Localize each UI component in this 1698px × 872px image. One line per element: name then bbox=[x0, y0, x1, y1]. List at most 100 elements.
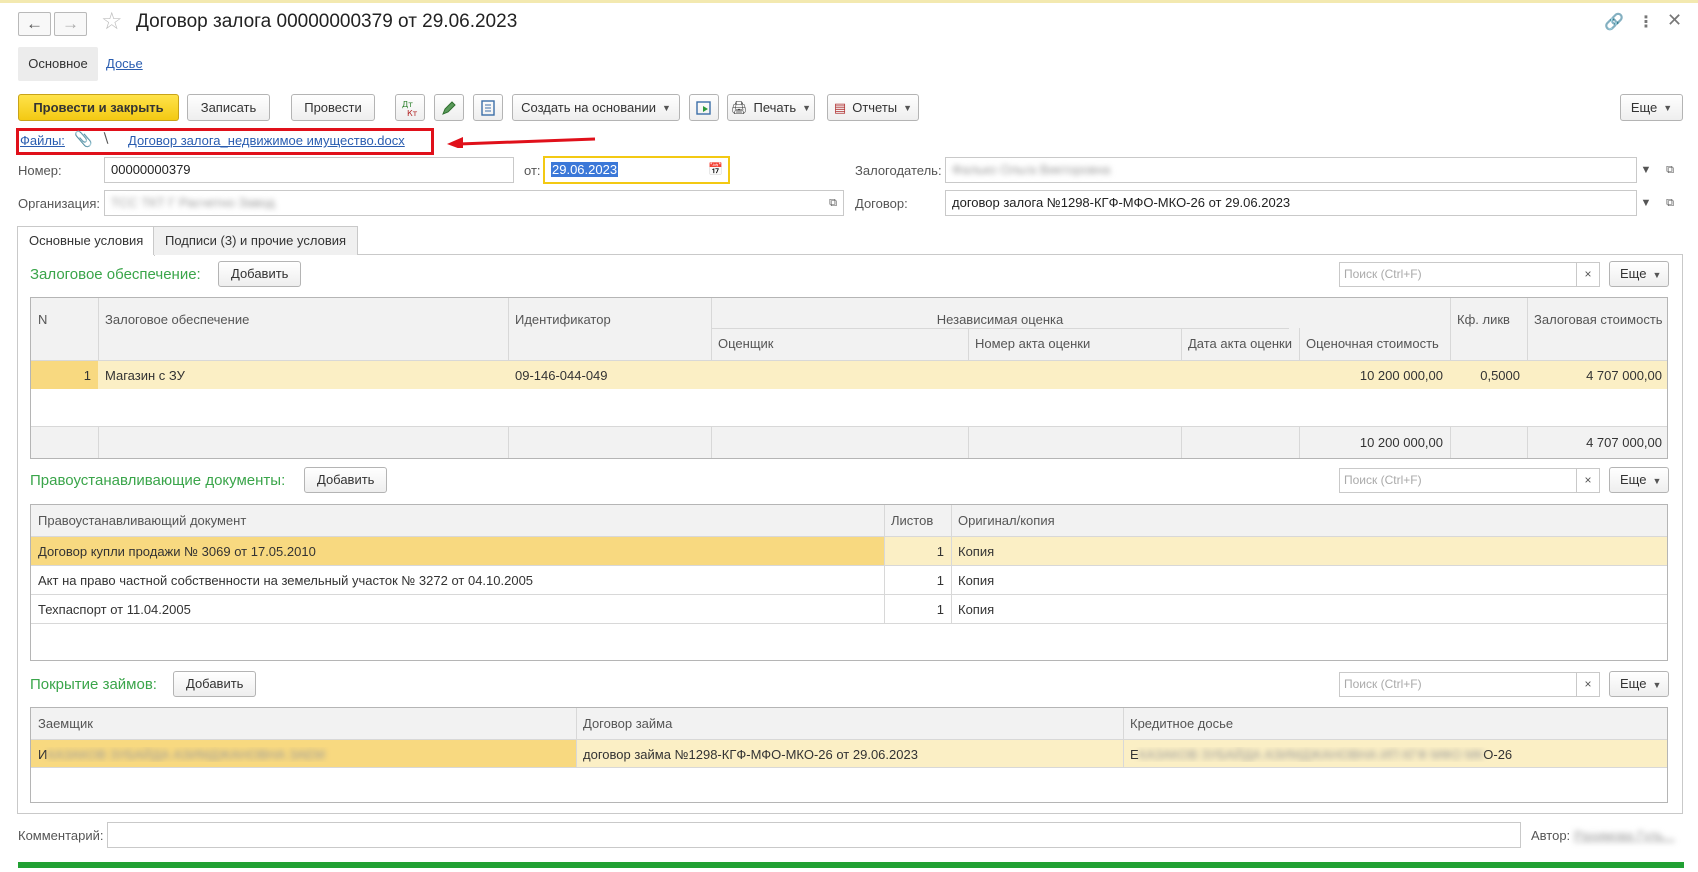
more-vertical-icon[interactable]: ⋮ bbox=[1638, 12, 1654, 32]
author-link[interactable]: Рахимова Гуль... bbox=[1574, 828, 1684, 843]
back-button[interactable]: ← bbox=[18, 12, 51, 36]
close-icon[interactable]: ✕ bbox=[1667, 10, 1682, 31]
link-icon[interactable]: 🔗 bbox=[1604, 12, 1624, 32]
date-field[interactable]: 29.06.2023 bbox=[543, 156, 730, 184]
cell-n: 1 bbox=[83, 368, 91, 383]
files-link[interactable]: Файлы: bbox=[20, 133, 65, 148]
title-docs-add-button[interactable]: Добавить bbox=[304, 467, 388, 493]
loans-more-button[interactable]: Еще ▼ bbox=[1609, 671, 1669, 697]
chart-icon: ▤ bbox=[833, 99, 847, 115]
loans-table[interactable]: Заемщик Договор займа Кредитное досье ИК… bbox=[30, 707, 1668, 803]
collateral-group-title: Залоговое обеспечение: bbox=[30, 266, 201, 283]
cell-borrower: ИКАЗАКОВ ЗУБАЙДА АЗИМДЖАНОВНА ЗАЕМ bbox=[31, 747, 332, 762]
tab-main-conditions[interactable]: Основные условия bbox=[17, 226, 156, 256]
post-button[interactable]: Провести bbox=[291, 94, 375, 121]
col-header-loan-contract[interactable]: Договор займа bbox=[576, 716, 679, 731]
caret-down-icon: ▼ bbox=[802, 102, 812, 113]
col-header-collateral[interactable]: Залоговое обеспечение bbox=[98, 312, 256, 327]
number-field[interactable]: 00000000379 bbox=[104, 157, 514, 183]
create-based-on-button[interactable]: Создать на основании ▼ bbox=[512, 94, 680, 121]
clear-search-icon[interactable]: × bbox=[1576, 468, 1600, 493]
arrow-right-icon: → bbox=[62, 14, 79, 33]
col-header-appraised-value[interactable]: Оценочная стоимость bbox=[1299, 336, 1446, 351]
title-docs-search-input[interactable]: Поиск (Ctrl+F) bbox=[1339, 468, 1579, 493]
attached-file-link[interactable]: Договор залога_недвижимое имущество.docx bbox=[128, 133, 405, 148]
number-label: Номер: bbox=[18, 163, 62, 178]
save-button[interactable]: Записать bbox=[187, 94, 270, 121]
col-header-identifier[interactable]: Идентификатор bbox=[508, 312, 618, 327]
col-header-act-date[interactable]: Дата акта оценки bbox=[1181, 336, 1299, 351]
collateral-table[interactable]: N Залоговое обеспечение Идентификатор Не… bbox=[30, 297, 1668, 459]
open-icon[interactable]: ⧉ bbox=[824, 194, 842, 212]
sign-icon[interactable]: ∖ bbox=[101, 130, 110, 147]
paperclip-icon[interactable]: 📎 bbox=[74, 130, 93, 148]
divider bbox=[1527, 298, 1528, 360]
col-header-doc[interactable]: Правоустанавливающий документ bbox=[31, 513, 253, 528]
col-header-appraiser[interactable]: Оценщик bbox=[711, 336, 780, 351]
pledger-field[interactable]: Фалько Ольга Викторовна bbox=[945, 157, 1637, 183]
col-header-pledge-value[interactable]: Залоговая стоимость bbox=[1527, 312, 1667, 327]
clear-search-icon[interactable]: × bbox=[1576, 672, 1600, 697]
col-header-independent-appraisal: Независимая оценка bbox=[936, 312, 1064, 327]
comment-label: Комментарий: bbox=[18, 828, 104, 843]
calendar-icon[interactable]: 📅 bbox=[708, 162, 723, 176]
col-header-liq-coef[interactable]: Кф. ликв bbox=[1450, 312, 1517, 327]
cell-doc: Акт на право частной собственности на зе… bbox=[38, 573, 534, 588]
section-tab-main[interactable]: Основное bbox=[18, 47, 98, 81]
cell-sheets: 1 bbox=[936, 602, 944, 617]
title-docs-more-button[interactable]: Еще ▼ bbox=[1609, 467, 1669, 493]
col-header-original[interactable]: Оригинал/копия bbox=[951, 513, 1062, 528]
title-docs-table[interactable]: Правоустанавливающий документ Листов Ори… bbox=[30, 504, 1668, 661]
cell-identifier: 09-146-044-049 bbox=[515, 368, 608, 383]
print-label: Печать bbox=[753, 100, 797, 115]
pledger-value: Фалько Ольга Викторовна bbox=[952, 162, 1111, 177]
organization-label: Организация: bbox=[18, 196, 101, 211]
favorite-star-icon[interactable]: ☆ bbox=[101, 9, 123, 35]
edit-button[interactable] bbox=[434, 94, 464, 121]
cell-pledge-value: 4 707 000,00 bbox=[1586, 368, 1662, 383]
divider bbox=[1450, 298, 1451, 360]
divider bbox=[711, 328, 1289, 329]
structure-icon bbox=[481, 99, 495, 116]
open-icon[interactable]: ⧉ bbox=[1661, 194, 1679, 212]
caret-down-icon: ▼ bbox=[661, 102, 671, 113]
collateral-search-input[interactable]: Поиск (Ctrl+F) bbox=[1339, 262, 1579, 287]
print-button[interactable]: 🖨 Печать ▼ bbox=[727, 94, 815, 121]
col-header-borrower[interactable]: Заемщик bbox=[31, 716, 100, 731]
reports-button[interactable]: ▤ Отчеты ▼ bbox=[827, 94, 919, 121]
divider bbox=[1181, 328, 1182, 360]
collateral-add-button[interactable]: Добавить bbox=[218, 261, 302, 287]
pledger-label: Залогодатель: bbox=[855, 163, 942, 178]
dropdown-arrow-icon[interactable]: ▼ bbox=[1637, 161, 1655, 179]
col-header-credit-file[interactable]: Кредитное досье bbox=[1123, 716, 1240, 731]
comment-field[interactable] bbox=[107, 822, 1521, 848]
loans-search-input[interactable]: Поиск (Ctrl+F) bbox=[1339, 672, 1579, 697]
dt-kt-icon: ДтКт bbox=[402, 100, 418, 117]
structure-button[interactable] bbox=[473, 94, 503, 121]
col-header-act-number[interactable]: Номер акта оценки bbox=[968, 336, 1097, 351]
open-icon[interactable]: ⧉ bbox=[1661, 161, 1679, 179]
divider bbox=[884, 505, 885, 623]
divider bbox=[1123, 708, 1124, 767]
contract-field[interactable]: договор залога №1298-КГФ-МФО-МКО-26 от 2… bbox=[945, 190, 1637, 216]
export-button[interactable] bbox=[689, 94, 719, 121]
post-and-close-button[interactable]: Провести и закрыть bbox=[18, 94, 179, 121]
tab-signatures[interactable]: Подписи (3) и прочие условия bbox=[153, 226, 359, 255]
organization-field[interactable]: ТСС ТКТ Г Расчетно Завод bbox=[104, 190, 844, 216]
clear-search-icon[interactable]: × bbox=[1576, 262, 1600, 287]
divider bbox=[576, 708, 577, 767]
borrower-initial: И bbox=[38, 747, 48, 762]
section-tab-dossier[interactable]: Досье bbox=[106, 47, 143, 81]
forward-button[interactable]: → bbox=[54, 12, 87, 36]
organization-value: ТСС ТКТ Г Расчетно Завод bbox=[111, 195, 275, 210]
cell-loan-contract: договор займа №1298-КГФ-МФО-МКО-26 от 29… bbox=[583, 747, 918, 762]
collateral-more-button[interactable]: Еще ▼ bbox=[1609, 261, 1669, 287]
dropdown-arrow-icon[interactable]: ▼ bbox=[1637, 194, 1655, 212]
loans-add-button[interactable]: Добавить bbox=[173, 671, 257, 697]
date-value: 29.06.2023 bbox=[551, 162, 619, 177]
more-button[interactable]: Еще ▼ bbox=[1620, 94, 1683, 121]
col-header-sheets[interactable]: Листов bbox=[884, 513, 940, 528]
divider bbox=[508, 427, 509, 458]
col-header-n[interactable]: N bbox=[31, 312, 55, 327]
dt-kt-journal-button[interactable]: Дт Кт bbox=[395, 94, 425, 121]
